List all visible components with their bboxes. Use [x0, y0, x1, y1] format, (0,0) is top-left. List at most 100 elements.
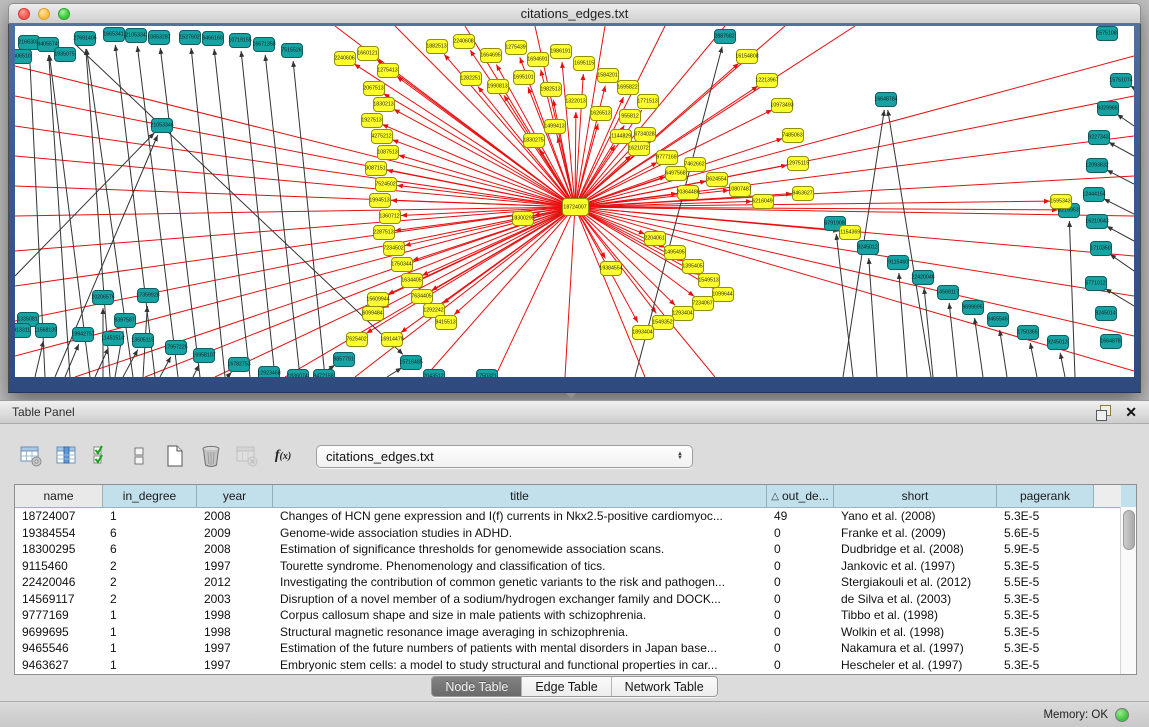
- network-node[interactable]: 16154808: [736, 49, 758, 64]
- table-cell[interactable]: 5.3E-5: [997, 559, 1094, 573]
- column-visibility-icon[interactable]: [52, 442, 82, 470]
- scrollbar-thumb[interactable]: [1123, 510, 1135, 550]
- new-table-icon[interactable]: [160, 442, 190, 470]
- network-node[interactable]: 9466160: [202, 31, 224, 46]
- network-node[interactable]: 16958107: [193, 348, 215, 363]
- network-node[interactable]: 1695822: [617, 80, 639, 95]
- network-node[interactable]: 1882513: [426, 39, 448, 54]
- table-cell[interactable]: Yano et al. (2008): [834, 509, 997, 523]
- network-node[interactable]: 1549352: [652, 315, 674, 330]
- table-cell[interactable]: 2012: [197, 575, 273, 589]
- network-node[interactable]: 16210643: [1086, 214, 1108, 229]
- network-node[interactable]: 3913311: [15, 323, 31, 338]
- table-cell[interactable]: Nakamura et al. (1997): [834, 641, 997, 655]
- network-node[interactable]: 1499413: [544, 119, 566, 134]
- table-cell[interactable]: Tourette syndrome. Phenomenology and cla…: [273, 559, 767, 573]
- window-resize-notch[interactable]: [566, 393, 576, 399]
- table-cell[interactable]: 5.5E-5: [997, 575, 1094, 589]
- row-select-check-icon[interactable]: [88, 442, 118, 470]
- network-node[interactable]: 6497568: [665, 166, 687, 181]
- table-row[interactable]: 969969511998Structural magnetic resonanc…: [15, 624, 1136, 641]
- table-cell[interactable]: de Silva et al. (2003): [834, 592, 997, 606]
- network-node[interactable]: 2287513: [373, 225, 395, 240]
- network-node[interactable]: 1575108: [1096, 26, 1118, 41]
- network-node[interactable]: 16648784: [875, 92, 897, 107]
- table-cell[interactable]: 1998: [197, 608, 273, 622]
- network-node[interactable]: 7524502: [375, 177, 397, 192]
- network-node[interactable]: 1750321: [476, 369, 498, 378]
- table-cell[interactable]: 0: [767, 625, 834, 639]
- zoom-window-button[interactable]: [58, 8, 70, 20]
- table-row[interactable]: 977716911998Corpus callosum shape and si…: [15, 607, 1136, 624]
- table-cell[interactable]: 49: [767, 509, 834, 523]
- table-cell[interactable]: Genome-wide association studies in ADHD.: [273, 526, 767, 540]
- table-cell[interactable]: 1: [103, 641, 197, 655]
- table-cell[interactable]: Wolkin et al. (1998): [834, 625, 997, 639]
- table-cell[interactable]: 5.3E-5: [997, 608, 1094, 622]
- network-node[interactable]: 1893404: [632, 325, 654, 340]
- network-node[interactable]: 16782753: [228, 357, 250, 372]
- network-node[interactable]: 1584201: [597, 68, 619, 83]
- network-node[interactable]: 13505115: [132, 333, 154, 348]
- network-node[interactable]: 19384554: [600, 261, 622, 276]
- vertical-scrollbar[interactable]: [1120, 507, 1136, 674]
- network-node[interactable]: 1750344: [391, 257, 413, 272]
- table-cell[interactable]: 1997: [197, 658, 273, 672]
- rows-icon[interactable]: [124, 442, 154, 470]
- network-node[interactable]: 9415513: [435, 315, 457, 330]
- network-node[interactable]: 1293404: [672, 306, 694, 321]
- network-node[interactable]: 7234502: [383, 241, 405, 256]
- network-node[interactable]: 21053346: [151, 118, 173, 133]
- network-node[interactable]: 18724007: [562, 198, 589, 216]
- network-node[interactable]: 27691406: [74, 31, 96, 46]
- network-node[interactable]: 15716485: [400, 355, 422, 370]
- table-cell[interactable]: Estimation of significance thresholds fo…: [273, 542, 767, 556]
- network-node[interactable]: 11568139: [35, 323, 57, 338]
- network-node[interactable]: 16671358: [253, 37, 275, 52]
- table-row[interactable]: 1938455462009Genome-wide association stu…: [15, 525, 1136, 542]
- network-node[interactable]: 1750365: [1017, 325, 1039, 340]
- network-node[interactable]: 10807487: [729, 182, 751, 197]
- table-cell[interactable]: Tibbo et al. (1998): [834, 608, 997, 622]
- network-node[interactable]: 1994513: [369, 193, 391, 208]
- column-header-short[interactable]: short: [834, 485, 997, 507]
- table-row[interactable]: 1830029562008Estimation of significance …: [15, 541, 1136, 558]
- network-node[interactable]: 1935075: [54, 47, 76, 62]
- table-cell[interactable]: 5.3E-5: [997, 641, 1094, 655]
- network-node[interactable]: 1660121: [357, 46, 379, 61]
- network-node[interactable]: 6734028: [634, 127, 656, 142]
- network-node[interactable]: 1694691: [527, 52, 549, 67]
- network-node[interactable]: 1087513: [377, 145, 399, 160]
- network-node[interactable]: 2067513: [363, 81, 385, 96]
- table-row[interactable]: 1872400712008Changes of HCN gene express…: [15, 508, 1136, 525]
- table-cell[interactable]: 14569117: [15, 592, 103, 606]
- column-header-in-degree[interactable]: in_degree: [103, 485, 197, 507]
- network-node[interactable]: 1099644: [712, 287, 734, 302]
- column-header-title[interactable]: title: [273, 485, 767, 507]
- network-node[interactable]: 1830275: [523, 133, 545, 148]
- table-cell[interactable]: 6: [103, 526, 197, 540]
- network-node[interactable]: 18300295: [512, 211, 534, 226]
- network-node[interactable]: 1282251: [460, 71, 482, 86]
- column-header-pagerank[interactable]: pagerank: [997, 485, 1094, 507]
- network-node[interactable]: 1695101: [513, 70, 535, 85]
- table-cell[interactable]: Estimation of the future numbers of pati…: [273, 641, 767, 655]
- network-node[interactable]: 14569117: [937, 285, 959, 300]
- table-cell[interactable]: 1997: [197, 641, 273, 655]
- tab-network-table[interactable]: Network Table: [611, 677, 717, 696]
- network-node[interactable]: 7634405: [411, 289, 433, 304]
- network-node[interactable]: 2240606: [334, 51, 356, 66]
- network-node[interactable]: 9857791: [333, 352, 355, 367]
- network-node[interactable]: 1527602: [179, 30, 201, 45]
- table-cell[interactable]: Corpus callosum shape and size in male p…: [273, 608, 767, 622]
- table-cell[interactable]: 5.3E-5: [997, 658, 1094, 672]
- network-node[interactable]: 9115460: [887, 255, 909, 270]
- network-node[interactable]: 1634405: [401, 273, 423, 288]
- network-canvas[interactable]: 2166303940557427691406166534121053341065…: [15, 26, 1134, 377]
- table-cell[interactable]: 0: [767, 608, 834, 622]
- table-cell[interactable]: 1998: [197, 625, 273, 639]
- table-cell[interactable]: 2003: [197, 592, 273, 606]
- table-cell[interactable]: Stergiakouli et al. (2012): [834, 575, 997, 589]
- network-node[interactable]: 6216049: [752, 194, 774, 209]
- table-cell[interactable]: Hescheler et al. (1997): [834, 658, 997, 672]
